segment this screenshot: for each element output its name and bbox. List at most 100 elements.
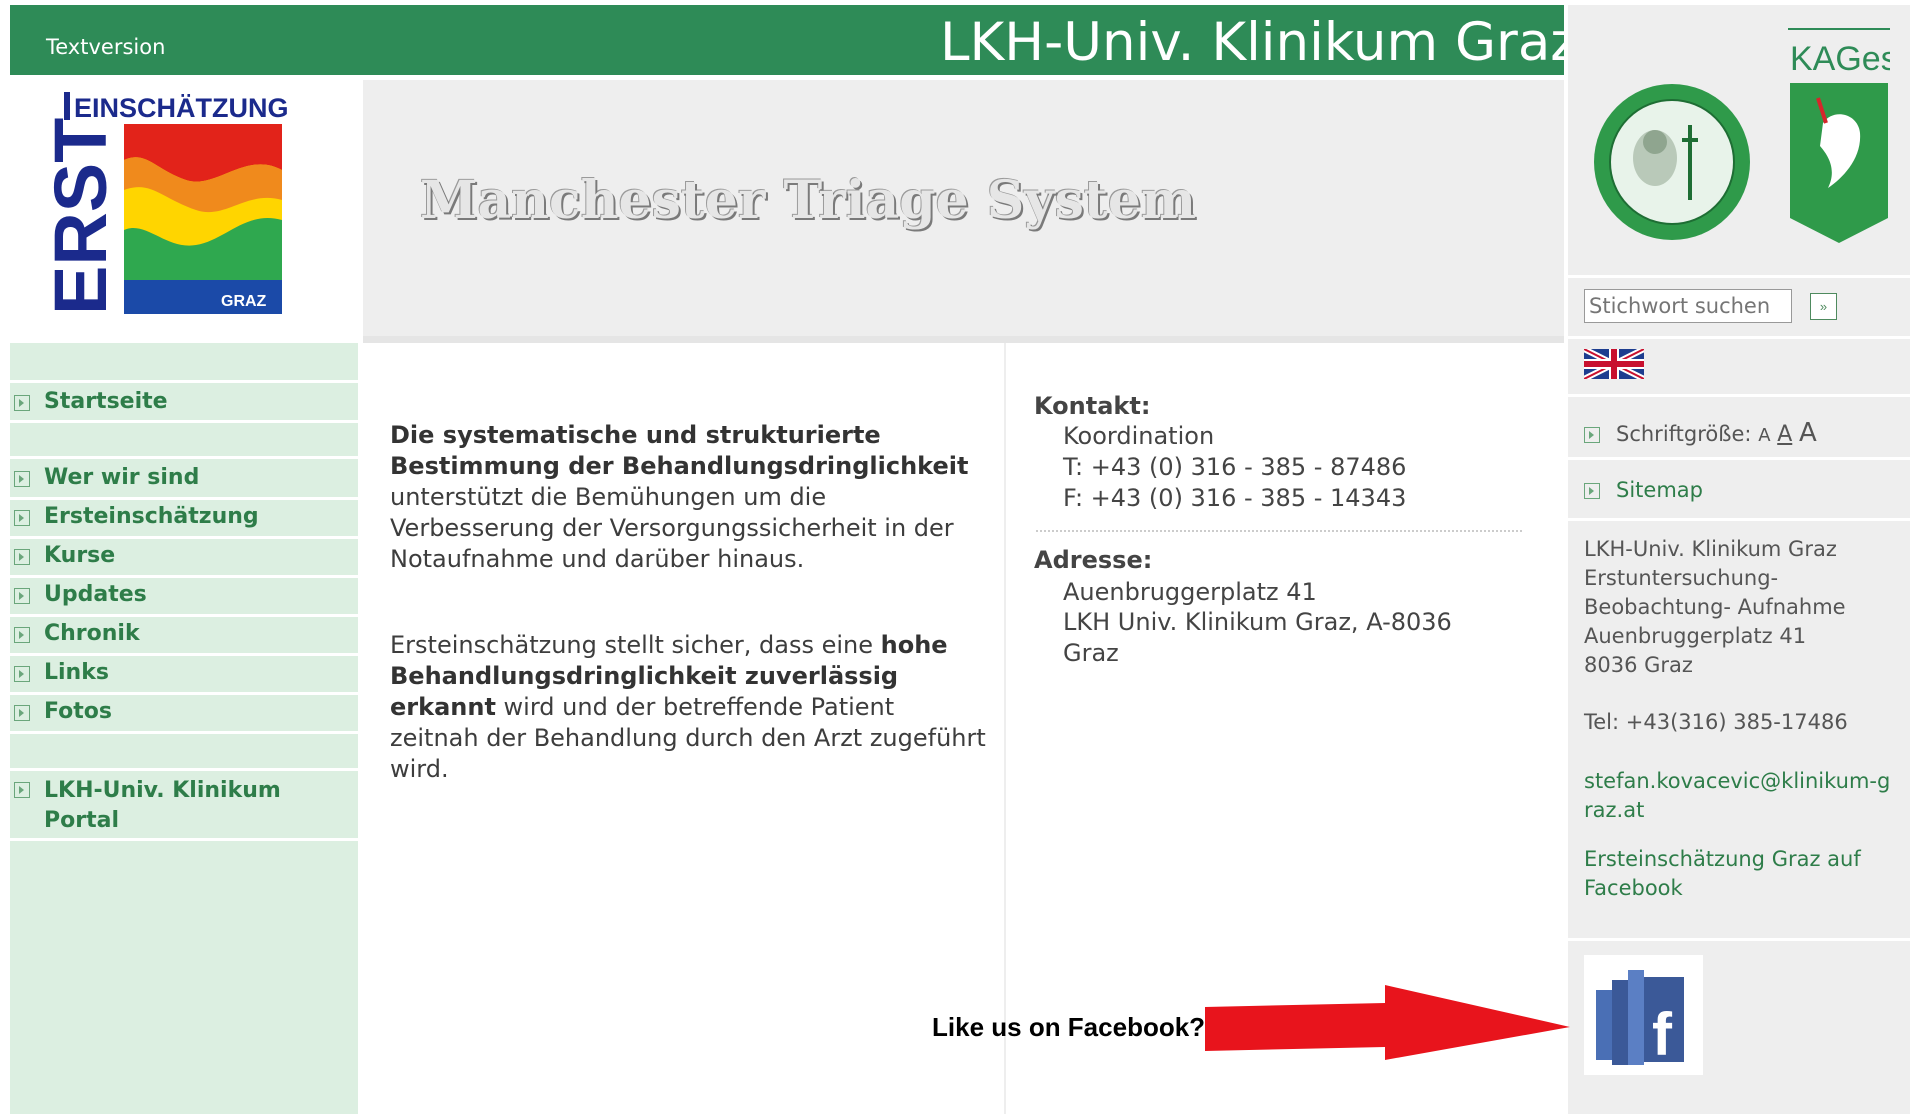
nav-arrow-icon [14,588,30,604]
nav-item-startseite[interactable]: Startseite [14,389,168,414]
nav-item-updates[interactable]: Updates [14,582,147,607]
dotted-divider [1036,530,1522,532]
sidebar-divider [1568,938,1910,941]
nav-divider [10,497,358,500]
facebook-page-link[interactable]: Ersteinschätzung Graz auf Facebook [1584,845,1884,903]
uk-flag-icon[interactable] [1582,346,1646,382]
nav-item-label: Startseite [44,389,168,414]
nav-item-label: Wer wir sind [44,465,200,490]
address-line: Erstuntersuchung- [1584,566,1779,590]
nav-divider [10,420,358,423]
uk-flag-graphic [1582,346,1646,382]
intro-paragraph-2: Ersteinschätzung stellt sicher, dass ein… [390,630,990,785]
kontakt-tel: T: +43 (0) 316 - 385 - 87486 [1063,453,1407,481]
kages-graphic: KAGes [1788,28,1898,243]
university-seal-icon[interactable] [1590,80,1755,249]
sidebar-divider [1568,394,1910,397]
site-title: LKH-Univ. Klinikum Graz [940,12,1579,73]
search-submit-button[interactable]: » [1810,293,1837,320]
sidebar-divider [1568,518,1910,521]
nav-divider [10,768,358,771]
nav-arrow-icon [14,395,30,411]
arrow-graphic [1205,985,1570,1060]
textversion-link[interactable]: Textversion [46,35,165,59]
nav-arrow-icon [14,666,30,682]
nav-item-label: Chronik [44,621,140,646]
nav-item-fotos[interactable]: Fotos [14,699,112,724]
nav-arrow-icon [14,549,30,565]
nav-divider [10,536,358,539]
sidebar-divider [1568,336,1910,339]
kages-text: KAGes [1790,40,1890,78]
nav-item-label: Fotos [44,699,112,724]
font-size-small-link[interactable]: A [1758,425,1770,446]
column-divider [1004,343,1006,1114]
red-arrow-icon [1205,985,1575,1075]
intro-2-text-start: Ersteinschätzung stellt sicher, dass ein… [390,631,881,659]
ersteinschaetzung-logo[interactable]: EINSCHÄTZUNG ERST GRAZ [39,80,302,336]
intro-paragraph-1: Die systematische und strukturierte Best… [390,420,990,575]
seal-graphic [1594,84,1750,240]
nav-item-lkh-portal[interactable]: LKH-Univ. Klinikum Portal [14,776,304,836]
nav-arrow-icon [14,471,30,487]
nav-item-label: Links [44,660,109,685]
font-size-label: Schriftgröße: [1616,422,1752,446]
nav-item-chronik[interactable]: Chronik [14,621,140,646]
nav-item-kurse[interactable]: Kurse [14,543,115,568]
sidebar-arrow-icon [1584,427,1600,443]
sidebar-divider [1568,457,1910,460]
nav-item-label: Updates [44,582,147,607]
intro-1-text: unterstützt die Bemühungen um die Verbes… [390,483,954,573]
logo-side-text: ERST [46,118,122,315]
font-size-large-link[interactable]: A [1799,418,1817,448]
kontakt-fax: F: +43 (0) 316 - 385 - 14343 [1063,484,1407,512]
address-line: Beobachtung- Aufnahme [1584,595,1846,619]
sidebar-arrow-icon [1584,483,1600,499]
facebook-icon[interactable]: f [1584,955,1703,1075]
nav-divider [10,380,358,383]
nav-divider [10,838,358,841]
nav-item-label: LKH-Univ. Klinikum Portal [44,778,281,833]
email-link[interactable]: stefan.kovacevic@klinikum-graz.at [1584,767,1894,825]
nav-item-wer-wir-sind[interactable]: Wer wir sind [14,465,199,490]
like-us-annotation: Like us on Facebook?! [932,1012,1214,1042]
address-line: 8036 Graz [1584,653,1693,677]
logo-bottom-text: GRAZ [221,293,267,310]
address-line: LKH-Univ. Klinikum Graz [1584,537,1837,561]
address-line: Auenbruggerplatz 41 [1584,624,1807,648]
nav-arrow-icon [14,510,30,526]
adresse-heading: Adresse: [1034,546,1153,574]
nav-divider [10,653,358,656]
sidebar-tel: Tel: +43(316) 385-17486 [1584,710,1848,734]
logo-graphic: EINSCHÄTZUNG ERST GRAZ [39,92,289,315]
nav-item-links[interactable]: Links [14,660,109,685]
nav-item-label: Kurse [44,543,116,568]
nav-arrow-icon [14,782,30,798]
adresse-city-line: LKH Univ. Klinikum Graz, A-8036 [1063,608,1452,636]
kages-logo[interactable]: KAGes [1788,28,1898,252]
facebook-graphic: f [1584,955,1703,1075]
sidebar-divider [1568,275,1910,278]
nav-divider [10,614,358,617]
nav-item-ersteinschaetzung[interactable]: Ersteinschätzung [14,504,259,529]
sitemap-label: Sitemap [1616,478,1703,502]
nav-divider [10,456,358,459]
font-size-control: Schriftgröße: A A A [1584,418,1817,448]
kontakt-koordination: Koordination [1063,422,1215,450]
svg-text:f: f [1652,1001,1673,1068]
banner-title: Manchester Triage System [420,170,1196,231]
search-input[interactable] [1584,289,1792,323]
adresse-city: Graz [1063,639,1119,667]
sitemap-link[interactable]: Sitemap [1584,478,1703,502]
intro-1-bold: Die systematische und strukturierte Best… [390,421,969,480]
kontakt-heading: Kontakt: [1034,392,1151,420]
nav-arrow-icon [14,705,30,721]
nav-arrow-icon [14,627,30,643]
nav-divider [10,731,358,734]
nav-item-label: Ersteinschätzung [44,504,259,529]
nav-divider [10,692,358,695]
adresse-street: Auenbruggerplatz 41 [1063,578,1317,606]
nav-divider [10,575,358,578]
font-size-medium-link[interactable]: A [1777,422,1792,447]
banner-divider [363,336,1564,343]
